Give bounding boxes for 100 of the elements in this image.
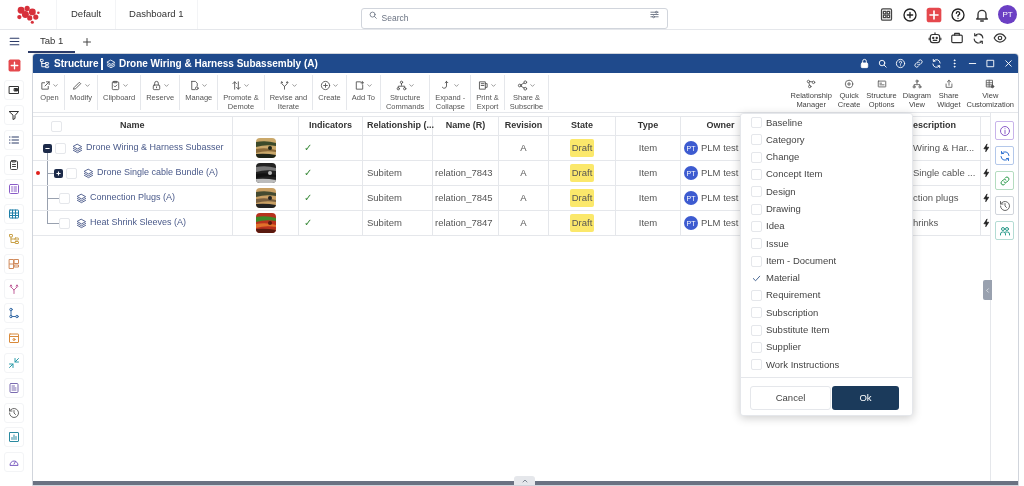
table-cell-text: ction plugs: [913, 190, 959, 205]
checkbox[interactable]: [751, 359, 762, 371]
search-icon[interactable]: [877, 58, 888, 69]
user-avatar[interactable]: PT: [998, 5, 1017, 24]
checkbox[interactable]: [751, 290, 762, 302]
add-icon[interactable]: [926, 6, 942, 23]
option-label[interactable]: Issue: [766, 236, 789, 251]
option-label[interactable]: Baseline: [766, 115, 803, 130]
people-icon: [998, 224, 1011, 237]
caret-icon: [52, 82, 59, 89]
refresh-icon[interactable]: [972, 31, 985, 45]
briefcase-icon[interactable]: [950, 31, 964, 45]
caret-icon: [290, 82, 298, 89]
lock-icon[interactable]: [859, 58, 870, 69]
item-link[interactable]: Heat Shrink Sleeves (A): [90, 216, 187, 230]
column-header[interactable]: Relationship (...: [367, 119, 434, 133]
collapse-toggle[interactable]: [43, 143, 52, 153]
checkbox[interactable]: [59, 217, 70, 229]
layers-icon: [76, 217, 87, 229]
option-label[interactable]: Change: [766, 150, 800, 165]
option-label[interactable]: Design: [766, 184, 796, 199]
column-header[interactable]: Type: [637, 119, 659, 133]
checkbox[interactable]: [751, 342, 762, 353]
bolt-icon[interactable]: [981, 193, 991, 203]
panel-button[interactable]: [995, 146, 1014, 165]
checkbox[interactable]: [751, 169, 762, 181]
sidebar-button[interactable]: [4, 154, 24, 175]
bolt-icon[interactable]: [981, 218, 991, 228]
option-label[interactable]: Material: [766, 271, 800, 286]
scrollbar[interactable]: [33, 481, 1018, 485]
checkbox[interactable]: [751, 307, 762, 319]
bolt-icon[interactable]: [981, 168, 991, 178]
column-header[interactable]: Name (R): [445, 119, 486, 133]
layers-icon: [72, 142, 83, 154]
column-header[interactable]: Indicators: [309, 119, 352, 133]
robot-icon[interactable]: [928, 31, 942, 45]
compress-arrows-icon: [8, 356, 20, 369]
item-link[interactable]: Drone Wiring & Harness Subasser: [86, 141, 224, 155]
option-label[interactable]: Category: [766, 132, 805, 148]
column-header[interactable]: escription: [913, 119, 956, 133]
item-link[interactable]: Connection Plugs (A): [90, 191, 176, 205]
checkbox[interactable]: [751, 220, 762, 232]
checkbox[interactable]: [751, 134, 762, 146]
export-icon: [478, 80, 490, 91]
dashboard-tab[interactable]: Dashboard 1: [115, 0, 198, 29]
column-header[interactable]: Revision: [504, 119, 543, 133]
plus-icon[interactable]: [81, 36, 94, 48]
sidebar-button[interactable]: [4, 80, 24, 101]
hierarchy-icon: [911, 79, 922, 89]
table-cell-text: Item: [638, 215, 658, 230]
link-icon[interactable]: [913, 58, 924, 69]
bolt-icon[interactable]: [981, 143, 991, 153]
checkbox[interactable]: [751, 186, 762, 198]
panel-button[interactable]: [995, 196, 1014, 215]
checkbox[interactable]: [751, 324, 762, 336]
caret-icon: [121, 82, 129, 89]
layers-icon: [105, 58, 116, 69]
expand-toggle[interactable]: [54, 168, 63, 178]
table-cell-text: Item: [638, 140, 658, 155]
plus-circle-icon[interactable]: [902, 6, 918, 23]
option-label[interactable]: Item - Document: [766, 253, 837, 269]
cancel-button[interactable]: Cancel: [750, 386, 831, 410]
checkbox[interactable]: [751, 151, 762, 163]
search-field[interactable]: Search: [360, 7, 668, 29]
option-label[interactable]: Requirement: [766, 288, 821, 303]
checkbox[interactable]: [751, 255, 762, 267]
ok-button[interactable]: Ok: [832, 386, 899, 410]
column-header[interactable]: State: [571, 119, 593, 133]
checkbox[interactable]: [51, 120, 62, 132]
lock-icon: [150, 80, 162, 91]
column-header[interactable]: Name: [120, 119, 145, 133]
maximize-icon[interactable]: [985, 58, 996, 69]
checkbox[interactable]: [66, 167, 77, 179]
caret-icon: [365, 82, 373, 89]
checkbox[interactable]: [55, 142, 66, 154]
item-link[interactable]: Drone Single cable Bundle (A): [97, 166, 219, 180]
add-icon[interactable]: [7, 58, 21, 72]
dashboard-tab[interactable]: Default: [56, 0, 116, 29]
help-icon[interactable]: [950, 6, 966, 23]
logo[interactable]: [15, 5, 41, 24]
checkbox[interactable]: [751, 203, 762, 215]
plus-circle-icon: [319, 80, 331, 91]
sidebar-button[interactable]: [4, 105, 24, 125]
option-label[interactable]: Idea: [766, 219, 785, 234]
close-icon[interactable]: [1003, 58, 1014, 69]
option-label[interactable]: Subscription: [766, 305, 819, 321]
checkbox[interactable]: [59, 192, 70, 204]
option-label[interactable]: Substitute Item: [766, 323, 830, 338]
panel-button[interactable]: [995, 121, 1014, 140]
option-label[interactable]: Concept Item: [766, 167, 823, 182]
option-label[interactable]: Drawing: [766, 202, 801, 217]
eye-icon[interactable]: [993, 31, 1007, 45]
option-label[interactable]: Supplier: [766, 340, 801, 355]
filter-settings-icon[interactable]: [648, 9, 660, 20]
option-label[interactable]: Work Instructions: [766, 357, 840, 372]
checkbox[interactable]: [751, 238, 762, 250]
menu-icon[interactable]: [7, 35, 21, 48]
column-header[interactable]: Owner: [706, 119, 735, 133]
grid-icon[interactable]: [879, 7, 894, 22]
checkbox[interactable]: [751, 117, 762, 129]
